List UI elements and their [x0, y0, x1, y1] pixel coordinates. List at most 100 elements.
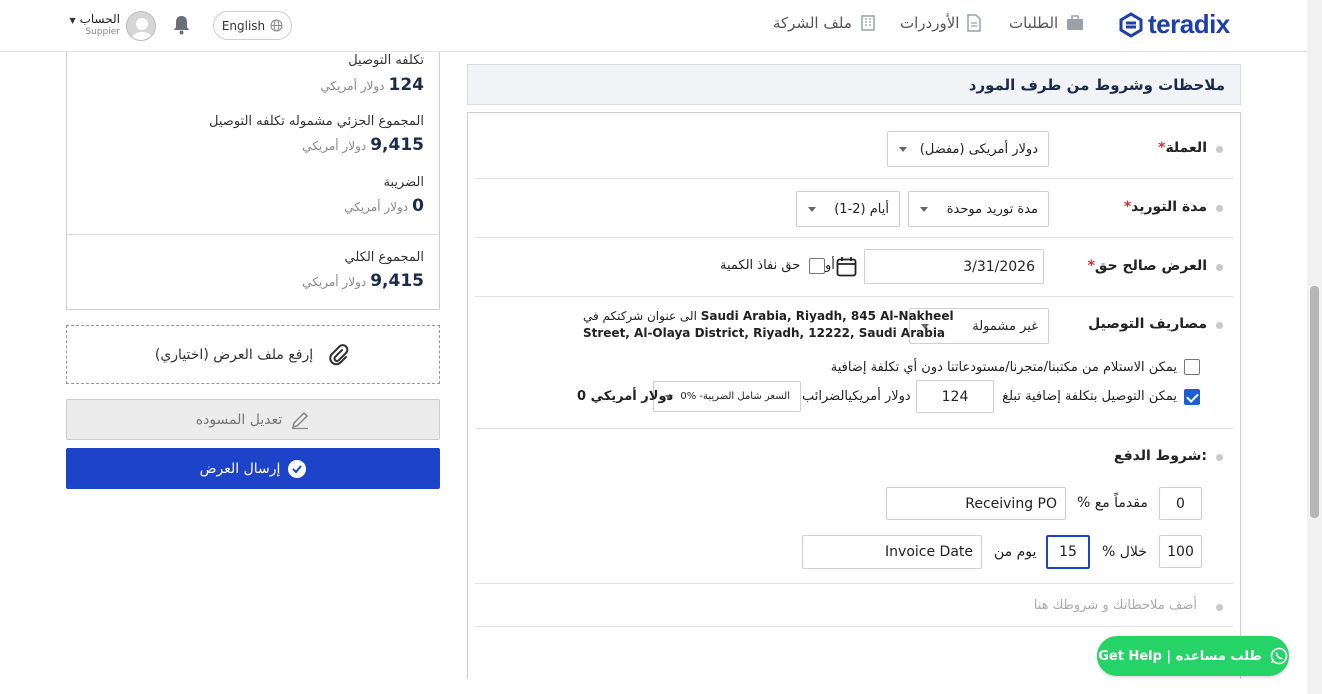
building-icon: [861, 15, 875, 31]
chevron-down-icon: [808, 207, 816, 212]
advance-percent-text: % مقدماً مع: [1077, 495, 1148, 511]
payment-days-input[interactable]: 15: [1046, 535, 1090, 569]
supply-duration-label: *مدة التوريد: [1124, 199, 1207, 215]
supply-type-value: مدة توريد موحدة: [946, 201, 1038, 217]
account-name-text: الحساب: [79, 12, 120, 26]
installment-percent-value: 100: [1167, 543, 1194, 560]
teradix-logo[interactable]: teradix: [1118, 9, 1230, 40]
send-offer-button[interactable]: إرسال العرض: [66, 448, 440, 489]
delivery-address-prefix: الى عنوان شركتكم في: [583, 309, 697, 323]
account-menu[interactable]: ▼ الحساب Suppier: [64, 12, 120, 37]
nav-orders-label: الأوردرات: [900, 14, 960, 32]
row-bullet: [1216, 604, 1223, 611]
extra-delivery-cost-label: يمكن التوصيل بتكلفة إضافية تبلغ: [1002, 389, 1177, 404]
send-offer-label: إرسال العرض: [199, 460, 281, 477]
calendar-icon[interactable]: [836, 256, 857, 277]
advance-percent-input[interactable]: 0: [1159, 487, 1202, 520]
extra-delivery-cost-checkbox[interactable]: [1184, 389, 1200, 405]
edit-draft-button[interactable]: تعديل المسوده: [66, 399, 440, 440]
upload-offer-file-dropzone[interactable]: إرفع ملف العرض (اختياري): [66, 325, 440, 384]
until-stock-out-checkbox[interactable]: [809, 258, 825, 274]
delivery-address: الى عنوان شركتكم في Saudi Arabia, Riyadh…: [583, 308, 954, 342]
whatsapp-icon: [1270, 647, 1288, 665]
account-name: ▼ الحساب: [64, 12, 120, 26]
notes-input[interactable]: أضف ملاحظاتك و شروطك هنا: [1034, 598, 1197, 613]
currency-select[interactable]: دولار أمريكى (مفضل): [887, 131, 1049, 167]
currency-label: دولار أمريكي: [320, 79, 385, 93]
total-label: المجموع الكلي: [344, 250, 425, 265]
currency-taxes-label: دولار أمريكيالضرائب: [802, 389, 911, 404]
advance-reference-value: Receiving PO: [965, 495, 1057, 512]
currency-row-label: *العملة: [1158, 140, 1207, 156]
advance-percent-value: 0: [1176, 495, 1185, 512]
validity-label: *العرض صالح حق: [1088, 258, 1207, 274]
subtotal-number: 9,415: [370, 135, 424, 155]
logo-text: teradix: [1148, 9, 1230, 39]
currency-label-text: العملة: [1165, 140, 1207, 156]
upload-label: إرفع ملف العرض (اختياري): [154, 346, 314, 363]
validity-label-text: العرض صالح حق: [1094, 258, 1207, 274]
row-bullet: [1216, 322, 1223, 329]
extra-delivery-cost-input[interactable]: 124: [916, 380, 994, 413]
supply-days-select[interactable]: (1-2) أيام: [796, 191, 900, 227]
tax-rate-select[interactable]: 0% -السعر شامل الضريبة: [653, 381, 801, 412]
or-label: أو: [825, 258, 835, 273]
row-divider: [475, 178, 1233, 179]
check-circle-icon: [288, 459, 307, 478]
language-switch-button[interactable]: English: [213, 11, 292, 40]
account-role: Suppier: [85, 27, 120, 37]
nav-company-label: ملف الشركة: [773, 14, 852, 32]
pencil-icon: [292, 411, 309, 429]
tax-number: 0: [412, 196, 424, 216]
currency-label: دولار أمريكي: [302, 275, 367, 289]
nav-requests[interactable]: الطلبات: [1009, 14, 1084, 32]
avatar[interactable]: [126, 11, 156, 41]
paperclip-icon: [329, 343, 349, 365]
row-bullet: [1216, 146, 1223, 153]
get-help-label: Get Help | طلب مساعده: [1098, 648, 1262, 664]
supply-type-select[interactable]: مدة توريد موحدة: [908, 191, 1049, 227]
delivery-fees-value: غير مشمولة: [972, 318, 1038, 334]
row-divider: [475, 296, 1233, 297]
row-divider: [475, 583, 1233, 584]
scrollbar-thumb[interactable]: [1310, 286, 1319, 518]
tax-amount: 0 دولار أمريكي: [577, 389, 674, 404]
tax-rate-value: 0% -السعر شامل الضريبة: [680, 391, 790, 402]
currency-label: دولار أمريكي: [302, 139, 367, 153]
currency-select-value: دولار أمريكى (مفضل): [919, 141, 1038, 157]
supply-days-value: (1-2) أيام: [834, 201, 889, 217]
payment-reference-input[interactable]: Invoice Date: [802, 535, 982, 569]
delivery-address-line1-row: الى عنوان شركتكم في Saudi Arabia, Riyadh…: [583, 308, 954, 325]
section-title: ملاحظات وشروط من طرف المورد: [968, 75, 1225, 94]
bell-icon[interactable]: [172, 15, 191, 35]
payment-terms-label: شروط الدفع:: [1113, 448, 1207, 464]
payment-days-value: 15: [1059, 544, 1077, 560]
delivery-address-line2: Street, Al-Olaya District, Riyadh, 12222…: [583, 326, 946, 340]
tax-label: الضريبة: [383, 175, 424, 190]
subtotal-value: 9,415 دولار أمريكي: [302, 135, 424, 155]
document-icon: [967, 14, 982, 32]
nav-company-profile[interactable]: ملف الشركة: [773, 14, 876, 32]
delivery-cost-number: 124: [388, 75, 425, 95]
order-summary-panel: تكلفه التوصيل 124 دولار أمريكي المجموع ا…: [66, 52, 440, 310]
validity-date-input[interactable]: 3/31/2026: [864, 249, 1044, 284]
validity-date-value: 3/31/2026: [963, 258, 1035, 275]
subtotal-label: المجموع الجزئي مشموله تكلفه التوصيل: [209, 114, 424, 129]
row-bullet: [1216, 264, 1223, 271]
supply-label-text: مدة التوريد: [1131, 199, 1207, 215]
get-help-button[interactable]: Get Help | طلب مساعده: [1097, 636, 1289, 676]
nav-orders[interactable]: الأوردرات: [900, 14, 982, 32]
user-avatar-icon: [127, 12, 155, 40]
top-header: teradix الطلبات الأوردرات ملف الشركة Eng…: [0, 0, 1307, 52]
briefcase-icon: [1067, 15, 1084, 30]
installment-percent-input[interactable]: 100: [1159, 535, 1202, 568]
pickup-checkbox[interactable]: [1184, 359, 1200, 375]
extra-delivery-cost-value: 124: [941, 388, 969, 405]
days-from-text: يوم من: [994, 544, 1037, 560]
currency-label: دولار أمريكي: [344, 200, 409, 214]
language-label: English: [221, 18, 266, 33]
tax-value: 0 دولار أمريكي: [344, 196, 424, 216]
chevron-down-icon: [920, 207, 928, 212]
summary-divider: [67, 234, 439, 235]
advance-reference-input[interactable]: Receiving PO: [886, 487, 1066, 520]
